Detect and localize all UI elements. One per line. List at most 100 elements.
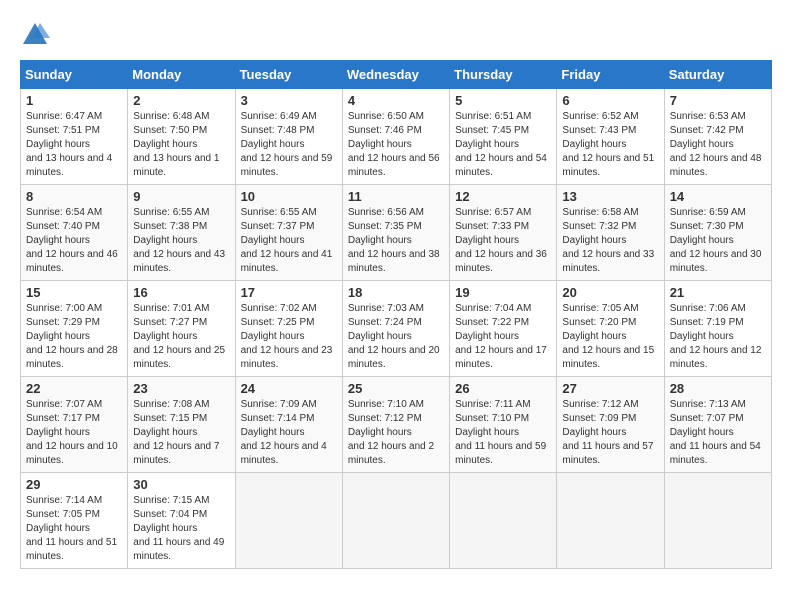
day-number: 28 <box>670 381 766 396</box>
day-number: 24 <box>241 381 337 396</box>
header-monday: Monday <box>128 61 235 89</box>
day-number: 3 <box>241 93 337 108</box>
day-number: 2 <box>133 93 229 108</box>
day-info: Sunrise: 7:15 AMSunset: 7:04 PMDaylight … <box>133 495 224 562</box>
day-info: Sunrise: 6:53 AMSunset: 7:42 PMDaylight … <box>670 111 762 178</box>
day-cell-17: 17 Sunrise: 7:02 AMSunset: 7:25 PMDaylig… <box>235 281 342 377</box>
empty-cell <box>450 473 557 569</box>
day-info: Sunrise: 7:14 AMSunset: 7:05 PMDaylight … <box>26 495 117 562</box>
day-number: 10 <box>241 189 337 204</box>
day-number: 21 <box>670 285 766 300</box>
day-info: Sunrise: 6:54 AMSunset: 7:40 PMDaylight … <box>26 207 118 274</box>
calendar-week-4: 22 Sunrise: 7:07 AMSunset: 7:17 PMDaylig… <box>21 377 772 473</box>
day-number: 9 <box>133 189 229 204</box>
day-info: Sunrise: 7:08 AMSunset: 7:15 PMDaylight … <box>133 399 219 466</box>
day-number: 27 <box>562 381 658 396</box>
day-cell-4: 4 Sunrise: 6:50 AMSunset: 7:46 PMDayligh… <box>342 89 449 185</box>
day-cell-20: 20 Sunrise: 7:05 AMSunset: 7:20 PMDaylig… <box>557 281 664 377</box>
day-number: 11 <box>348 189 444 204</box>
day-info: Sunrise: 7:05 AMSunset: 7:20 PMDaylight … <box>562 303 654 370</box>
day-number: 5 <box>455 93 551 108</box>
day-cell-23: 23 Sunrise: 7:08 AMSunset: 7:15 PMDaylig… <box>128 377 235 473</box>
empty-cell <box>342 473 449 569</box>
day-info: Sunrise: 6:55 AMSunset: 7:37 PMDaylight … <box>241 207 333 274</box>
day-info: Sunrise: 7:07 AMSunset: 7:17 PMDaylight … <box>26 399 118 466</box>
calendar-table: SundayMondayTuesdayWednesdayThursdayFrid… <box>20 60 772 569</box>
header-tuesday: Tuesday <box>235 61 342 89</box>
day-cell-16: 16 Sunrise: 7:01 AMSunset: 7:27 PMDaylig… <box>128 281 235 377</box>
day-number: 13 <box>562 189 658 204</box>
day-cell-19: 19 Sunrise: 7:04 AMSunset: 7:22 PMDaylig… <box>450 281 557 377</box>
day-number: 6 <box>562 93 658 108</box>
day-info: Sunrise: 6:52 AMSunset: 7:43 PMDaylight … <box>562 111 654 178</box>
day-info: Sunrise: 7:00 AMSunset: 7:29 PMDaylight … <box>26 303 118 370</box>
day-info: Sunrise: 6:50 AMSunset: 7:46 PMDaylight … <box>348 111 440 178</box>
day-number: 26 <box>455 381 551 396</box>
day-info: Sunrise: 7:10 AMSunset: 7:12 PMDaylight … <box>348 399 434 466</box>
header-sunday: Sunday <box>21 61 128 89</box>
day-cell-14: 14 Sunrise: 6:59 AMSunset: 7:30 PMDaylig… <box>664 185 771 281</box>
day-number: 22 <box>26 381 122 396</box>
day-number: 14 <box>670 189 766 204</box>
day-number: 1 <box>26 93 122 108</box>
day-cell-28: 28 Sunrise: 7:13 AMSunset: 7:07 PMDaylig… <box>664 377 771 473</box>
day-info: Sunrise: 7:02 AMSunset: 7:25 PMDaylight … <box>241 303 333 370</box>
header-saturday: Saturday <box>664 61 771 89</box>
day-cell-30: 30 Sunrise: 7:15 AMSunset: 7:04 PMDaylig… <box>128 473 235 569</box>
day-info: Sunrise: 6:59 AMSunset: 7:30 PMDaylight … <box>670 207 762 274</box>
day-info: Sunrise: 6:56 AMSunset: 7:35 PMDaylight … <box>348 207 440 274</box>
day-info: Sunrise: 7:01 AMSunset: 7:27 PMDaylight … <box>133 303 225 370</box>
day-info: Sunrise: 7:12 AMSunset: 7:09 PMDaylight … <box>562 399 653 466</box>
day-number: 20 <box>562 285 658 300</box>
day-cell-29: 29 Sunrise: 7:14 AMSunset: 7:05 PMDaylig… <box>21 473 128 569</box>
day-cell-18: 18 Sunrise: 7:03 AMSunset: 7:24 PMDaylig… <box>342 281 449 377</box>
day-cell-11: 11 Sunrise: 6:56 AMSunset: 7:35 PMDaylig… <box>342 185 449 281</box>
day-info: Sunrise: 7:04 AMSunset: 7:22 PMDaylight … <box>455 303 547 370</box>
day-info: Sunrise: 7:13 AMSunset: 7:07 PMDaylight … <box>670 399 761 466</box>
day-cell-2: 2 Sunrise: 6:48 AMSunset: 7:50 PMDayligh… <box>128 89 235 185</box>
empty-cell <box>235 473 342 569</box>
day-cell-7: 7 Sunrise: 6:53 AMSunset: 7:42 PMDayligh… <box>664 89 771 185</box>
day-number: 17 <box>241 285 337 300</box>
day-info: Sunrise: 6:57 AMSunset: 7:33 PMDaylight … <box>455 207 547 274</box>
day-info: Sunrise: 7:11 AMSunset: 7:10 PMDaylight … <box>455 399 546 466</box>
day-info: Sunrise: 6:49 AMSunset: 7:48 PMDaylight … <box>241 111 333 178</box>
day-number: 23 <box>133 381 229 396</box>
day-cell-13: 13 Sunrise: 6:58 AMSunset: 7:32 PMDaylig… <box>557 185 664 281</box>
day-info: Sunrise: 6:51 AMSunset: 7:45 PMDaylight … <box>455 111 547 178</box>
day-number: 18 <box>348 285 444 300</box>
day-number: 7 <box>670 93 766 108</box>
day-cell-27: 27 Sunrise: 7:12 AMSunset: 7:09 PMDaylig… <box>557 377 664 473</box>
day-cell-21: 21 Sunrise: 7:06 AMSunset: 7:19 PMDaylig… <box>664 281 771 377</box>
header-wednesday: Wednesday <box>342 61 449 89</box>
calendar-week-2: 8 Sunrise: 6:54 AMSunset: 7:40 PMDayligh… <box>21 185 772 281</box>
day-cell-12: 12 Sunrise: 6:57 AMSunset: 7:33 PMDaylig… <box>450 185 557 281</box>
day-number: 16 <box>133 285 229 300</box>
calendar-week-5: 29 Sunrise: 7:14 AMSunset: 7:05 PMDaylig… <box>21 473 772 569</box>
day-cell-5: 5 Sunrise: 6:51 AMSunset: 7:45 PMDayligh… <box>450 89 557 185</box>
header-friday: Friday <box>557 61 664 89</box>
day-cell-3: 3 Sunrise: 6:49 AMSunset: 7:48 PMDayligh… <box>235 89 342 185</box>
day-cell-9: 9 Sunrise: 6:55 AMSunset: 7:38 PMDayligh… <box>128 185 235 281</box>
day-cell-25: 25 Sunrise: 7:10 AMSunset: 7:12 PMDaylig… <box>342 377 449 473</box>
day-info: Sunrise: 6:48 AMSunset: 7:50 PMDaylight … <box>133 111 219 178</box>
day-cell-15: 15 Sunrise: 7:00 AMSunset: 7:29 PMDaylig… <box>21 281 128 377</box>
day-number: 29 <box>26 477 122 492</box>
calendar-week-1: 1 Sunrise: 6:47 AMSunset: 7:51 PMDayligh… <box>21 89 772 185</box>
day-info: Sunrise: 7:06 AMSunset: 7:19 PMDaylight … <box>670 303 762 370</box>
calendar-header-row: SundayMondayTuesdayWednesdayThursdayFrid… <box>21 61 772 89</box>
header-thursday: Thursday <box>450 61 557 89</box>
day-info: Sunrise: 7:03 AMSunset: 7:24 PMDaylight … <box>348 303 440 370</box>
day-cell-24: 24 Sunrise: 7:09 AMSunset: 7:14 PMDaylig… <box>235 377 342 473</box>
day-number: 19 <box>455 285 551 300</box>
day-number: 25 <box>348 381 444 396</box>
day-info: Sunrise: 6:58 AMSunset: 7:32 PMDaylight … <box>562 207 654 274</box>
day-number: 15 <box>26 285 122 300</box>
day-cell-1: 1 Sunrise: 6:47 AMSunset: 7:51 PMDayligh… <box>21 89 128 185</box>
day-cell-8: 8 Sunrise: 6:54 AMSunset: 7:40 PMDayligh… <box>21 185 128 281</box>
empty-cell <box>664 473 771 569</box>
day-cell-10: 10 Sunrise: 6:55 AMSunset: 7:37 PMDaylig… <box>235 185 342 281</box>
day-cell-22: 22 Sunrise: 7:07 AMSunset: 7:17 PMDaylig… <box>21 377 128 473</box>
day-number: 12 <box>455 189 551 204</box>
day-cell-6: 6 Sunrise: 6:52 AMSunset: 7:43 PMDayligh… <box>557 89 664 185</box>
